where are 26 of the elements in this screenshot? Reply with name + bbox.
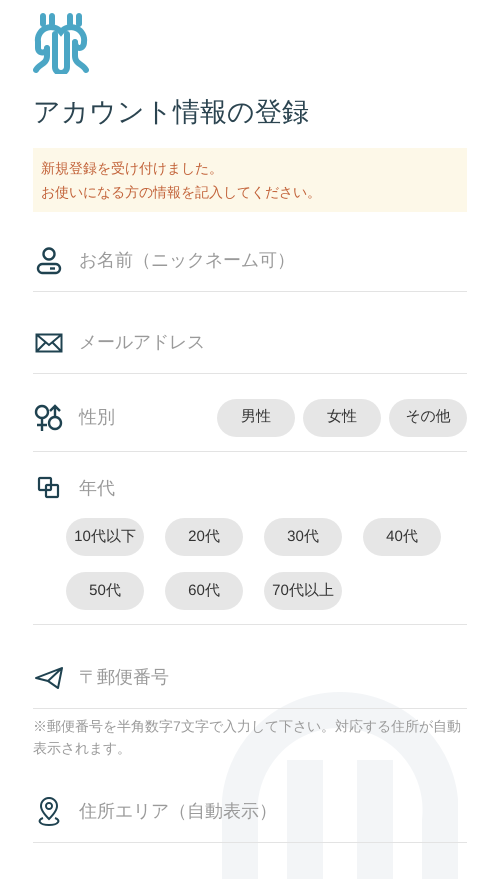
notice-text: お使いになる方の情報を記入してください。 <box>41 183 322 202</box>
notice-text: 新規登録を受け付けました。 <box>41 159 224 178</box>
page-title: アカウント情報の登録 <box>33 96 310 129</box>
gender-symbols-icon <box>34 402 64 432</box>
envelope-icon <box>35 332 63 352</box>
option-pill[interactable]: 10代以下 <box>66 518 144 556</box>
person-icon <box>36 246 62 274</box>
field-label: 年代 <box>79 476 115 500</box>
email-field[interactable]: メールアドレス <box>79 328 467 358</box>
option-pill[interactable]: 男性 <box>217 398 295 436</box>
option-pill[interactable]: 50代 <box>66 572 144 610</box>
address-field[interactable]: 住所エリア（自動表示） <box>79 796 467 826</box>
option-pill[interactable]: 40代 <box>363 518 441 556</box>
option-pill[interactable]: 女性 <box>303 398 381 436</box>
option-pill[interactable]: 70代以上 <box>264 572 342 610</box>
option-pill[interactable]: 30代 <box>264 518 342 556</box>
option-pill[interactable]: その他 <box>389 398 467 436</box>
logo-icon <box>33 12 89 74</box>
name-field[interactable]: お名前（ニックネーム可） <box>79 246 467 276</box>
hint-text: ※郵便番号を半角数字7文字で入力して下さい。対応する住所が自動表示されます。 <box>33 717 462 758</box>
option-pill[interactable]: 20代 <box>165 518 243 556</box>
field-label: 性別 <box>79 406 116 429</box>
option-pill[interactable]: 60代 <box>165 572 243 610</box>
paper-plane-icon <box>34 666 64 690</box>
overlapping-squares-icon <box>37 476 61 500</box>
postal-code-field[interactable]: 〒郵便番号 <box>79 662 467 692</box>
